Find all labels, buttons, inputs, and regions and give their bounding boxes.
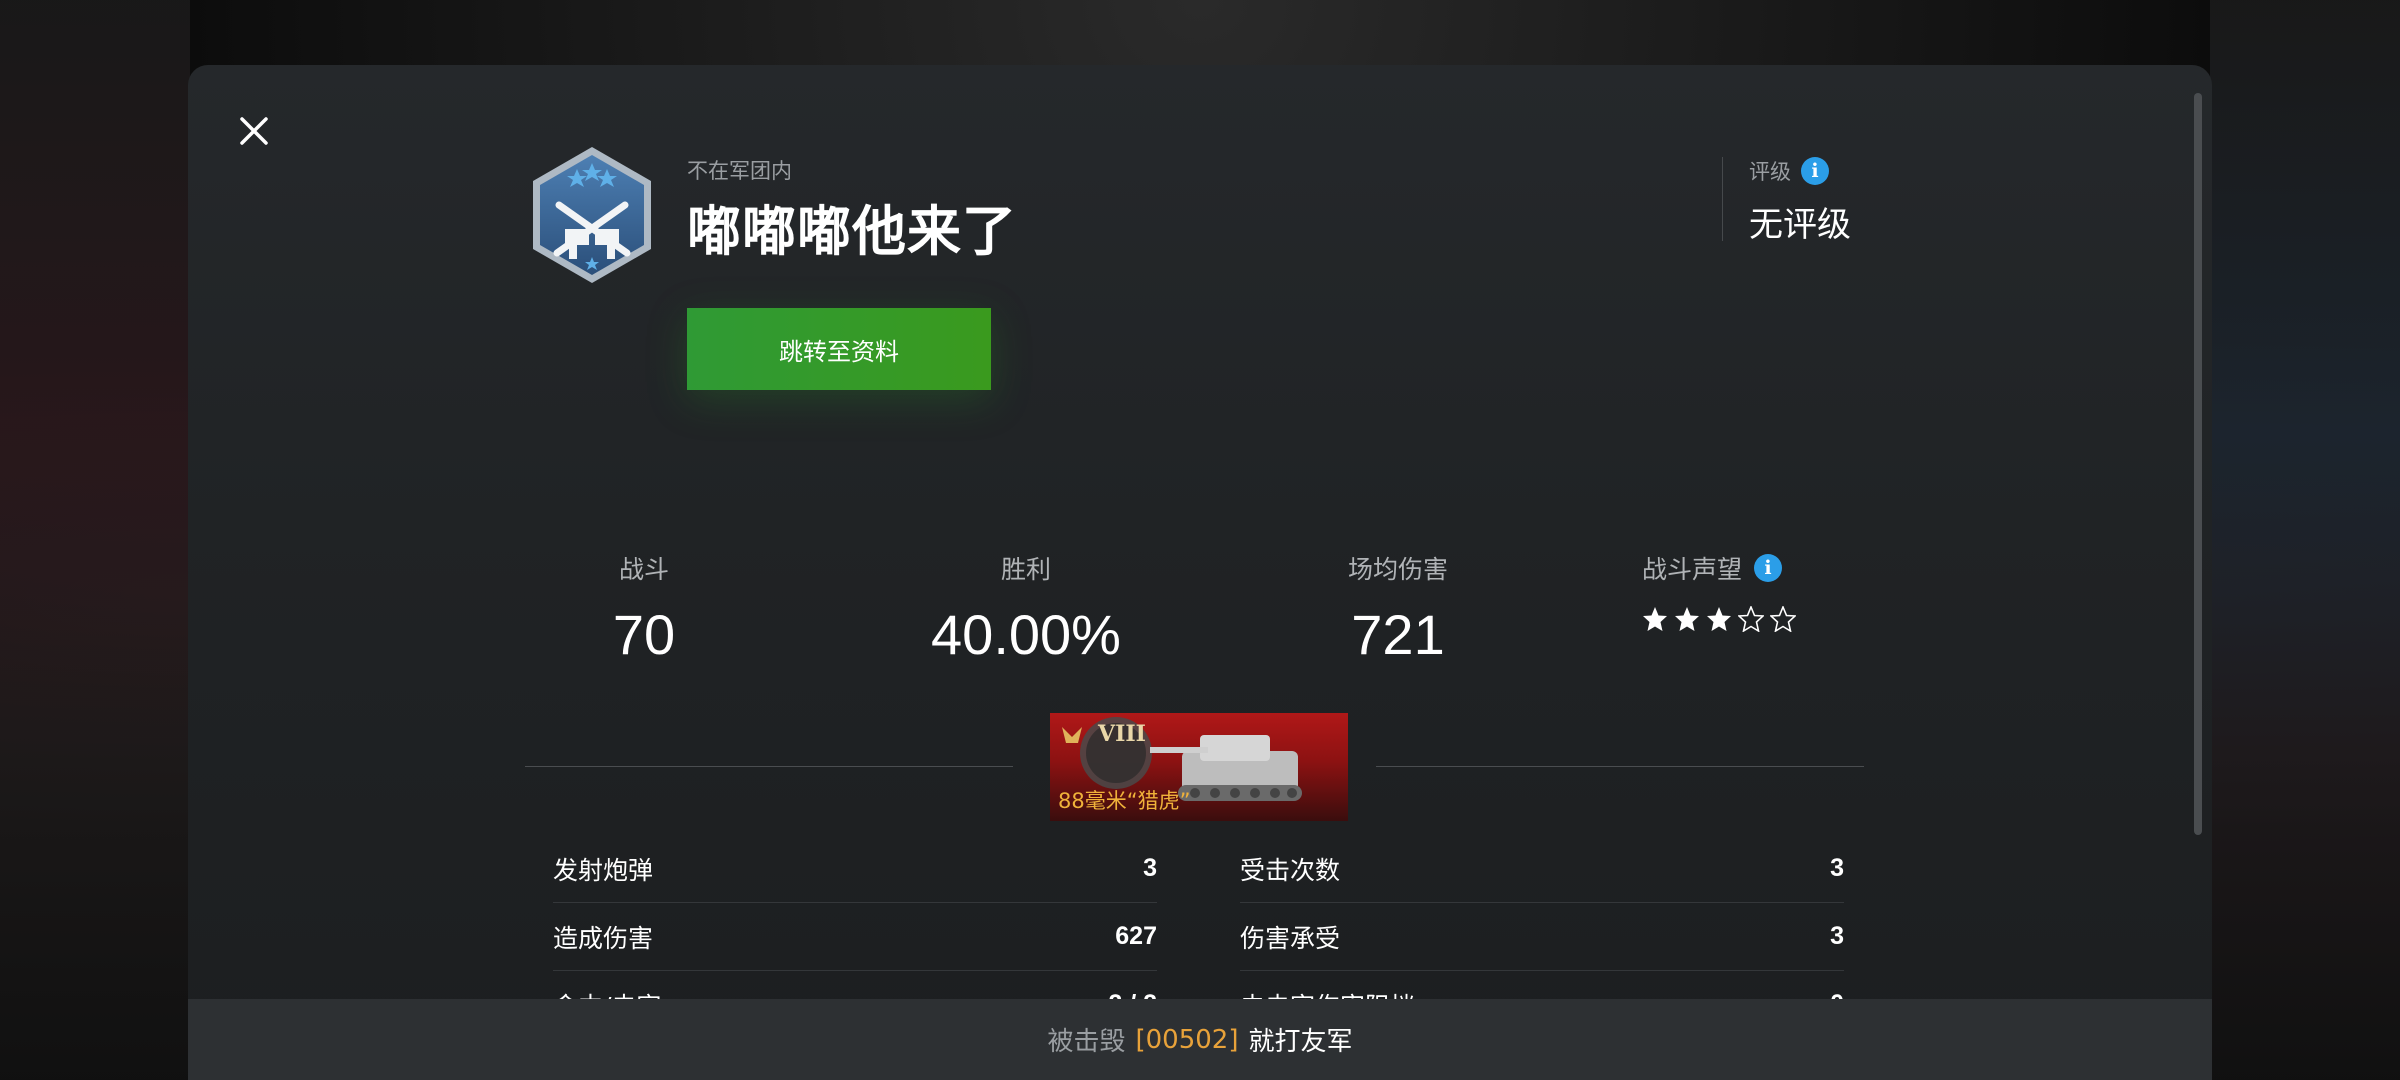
star-empty-icon [1738, 606, 1764, 632]
player-card-modal: 不在军团内 嘟嘟嘟他来了 跳转至资料 评级 i 无评级 战斗 70 胜利 40.… [188, 65, 2212, 1080]
stat-wins: 胜利 40.00% [906, 550, 1146, 667]
row-value: 3 [1143, 854, 1157, 882]
tank-card: VIII 88毫米“猎虎” [1050, 713, 1348, 821]
star-filled-icon [1675, 607, 1699, 631]
tank-tier: VIII [1098, 721, 1146, 747]
killed-by-prefix: 被击毁 [1047, 1027, 1126, 1057]
star-empty-icon [1770, 606, 1796, 632]
clan-status: 不在军团内 [687, 159, 792, 183]
killer-name[interactable]: 就打友军 [1249, 1021, 1353, 1058]
table-row: 受击次数 3 [1240, 835, 1844, 903]
close-button[interactable] [236, 113, 272, 149]
stat-battles: 战斗 70 [584, 550, 704, 667]
row-label: 伤害承受 [1240, 923, 1341, 953]
close-icon [240, 117, 268, 145]
stat-reputation-label: 战斗声望 [1642, 555, 1743, 584]
reputation-info-icon[interactable]: i [1754, 554, 1783, 582]
go-to-profile-button[interactable]: 跳转至资料 [687, 308, 991, 390]
rating-block: 评级 i 无评级 [1722, 157, 1851, 245]
row-value: 3 [1830, 854, 1844, 882]
player-emblem-icon [533, 147, 651, 283]
star-filled-icon [1643, 607, 1667, 631]
rating-value: 无评级 [1749, 205, 1851, 245]
stat-reputation: 战斗声望 i [1642, 550, 1802, 632]
stat-battles-label: 战斗 [618, 555, 669, 584]
row-label: 造成伤害 [553, 923, 654, 953]
rating-label: 评级 [1749, 160, 1791, 184]
table-row: 伤害承受 3 [1240, 903, 1844, 971]
stat-battles-value: 70 [612, 603, 676, 666]
rating-info-icon[interactable]: i [1801, 157, 1829, 185]
reputation-stars [1642, 606, 1802, 632]
row-value: 627 [1115, 922, 1157, 950]
star-filled-icon [1707, 607, 1731, 631]
scrollbar[interactable] [2194, 93, 2202, 835]
tank-name: 88毫米“猎虎” [1058, 789, 1191, 813]
row-label: 发射炮弹 [553, 855, 654, 885]
background-left [0, 0, 190, 1080]
table-row: 发射炮弹 3 [553, 835, 1157, 903]
divider-right [1376, 766, 1864, 767]
killer-clan-tag[interactable]: [00502] [1136, 1025, 1239, 1055]
stat-avg-damage: 场均伤害 721 [1318, 550, 1478, 667]
background-right [2210, 0, 2400, 1080]
stat-wins-label: 胜利 [1000, 555, 1051, 584]
table-row: 造成伤害 627 [553, 903, 1157, 971]
divider-left [525, 766, 1013, 767]
stat-avg-damage-value: 721 [1351, 603, 1445, 666]
row-label: 受击次数 [1240, 855, 1341, 885]
player-name: 嘟嘟嘟他来了 [687, 200, 1017, 263]
stat-wins-value: 40.00% [931, 603, 1121, 666]
row-value: 3 [1830, 922, 1844, 950]
killed-by-bar: 被击毁 [00502] 就打友军 [188, 999, 2212, 1080]
stat-avg-damage-label: 场均伤害 [1347, 555, 1448, 584]
